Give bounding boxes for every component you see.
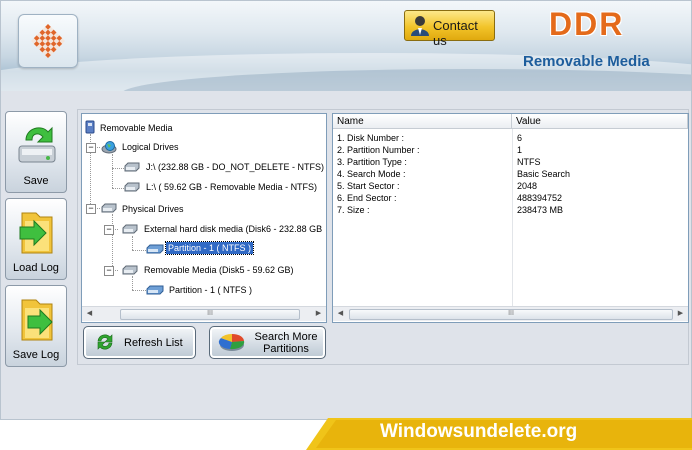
- save-button[interactable]: Save: [5, 111, 67, 193]
- row-name: 4. Search Mode :: [337, 169, 406, 179]
- row-value: 1: [517, 145, 523, 155]
- row-value: 488394752: [517, 193, 563, 203]
- logical-drives-icon: [101, 141, 117, 154]
- search-more-label-line1: Search More: [254, 331, 318, 343]
- search-more-label: Search More Partitions: [250, 331, 322, 355]
- tree-disk1-partition[interactable]: Partition - 1 ( NTFS ): [164, 241, 255, 255]
- selected-partition-label[interactable]: Partition - 1 ( NTFS ): [164, 241, 255, 255]
- tree-disk2-label[interactable]: Removable Media (Disk5 - 59.62 GB): [144, 265, 294, 275]
- save-log-icon: [21, 299, 53, 341]
- header: Contact us DDR Removable Media: [1, 1, 691, 91]
- row-value: 6: [517, 133, 523, 143]
- load-log-icon: [19, 212, 53, 254]
- scroll-left-arrow[interactable]: ◀: [334, 308, 347, 320]
- app-logo: [18, 14, 78, 68]
- drive-icon: [122, 224, 138, 234]
- row-name: 7. Size :: [337, 205, 370, 215]
- tree-disk1-label[interactable]: External hard disk media (Disk6 - 232.88…: [144, 224, 322, 234]
- row-value: NTFS: [517, 157, 541, 167]
- drive-icon: [124, 162, 140, 172]
- row-value: Basic Search: [517, 169, 571, 179]
- removable-media-icon: [85, 120, 95, 134]
- checker-logo-icon: [31, 24, 65, 58]
- refresh-list-label: Refresh List: [124, 337, 183, 349]
- save-log-label: Save Log: [12, 349, 60, 361]
- tree-line: [132, 290, 146, 291]
- row-name: 5. Start Sector :: [337, 181, 400, 191]
- tree-root-label[interactable]: Removable Media: [100, 123, 173, 133]
- pie-chart-icon: [218, 333, 245, 351]
- grid-horizontal-scrollbar[interactable]: ◀ III ▶: [333, 306, 688, 321]
- drive-icon: [124, 182, 140, 192]
- scroll-right-arrow[interactable]: ▶: [312, 308, 325, 320]
- partition-icon: [146, 244, 164, 254]
- tree-logical-item[interactable]: L:\ ( 59.62 GB - Removable Media - NTFS): [146, 182, 317, 192]
- tree-line: [132, 250, 146, 251]
- refresh-list-button[interactable]: Refresh List: [83, 326, 196, 359]
- column-divider: [512, 129, 513, 309]
- save-drive-icon: [18, 126, 56, 163]
- tree-logical-drives-label[interactable]: Logical Drives: [122, 142, 179, 152]
- collapse-disk2[interactable]: −: [104, 266, 114, 276]
- details-grid[interactable]: Name Value 1. Disk Number : 6 2. Partiti…: [332, 113, 689, 323]
- column-header-name[interactable]: Name: [333, 114, 512, 129]
- tree-line: [112, 168, 124, 169]
- search-more-label-line2: Partitions: [263, 343, 309, 355]
- partition-icon: [146, 285, 164, 295]
- scroll-thumb[interactable]: III: [120, 309, 300, 320]
- scroll-left-arrow[interactable]: ◀: [83, 308, 96, 320]
- app-window: Contact us DDR Removable Media Save Load…: [0, 0, 692, 420]
- collapse-physical-drives[interactable]: −: [86, 204, 96, 214]
- collapse-logical-drives[interactable]: −: [86, 143, 96, 153]
- tree-line: [132, 236, 133, 250]
- column-header-value[interactable]: Value: [512, 114, 688, 129]
- tree-disk2-partition[interactable]: Partition - 1 ( NTFS ): [169, 285, 252, 295]
- brand-subtitle: Removable Media: [523, 53, 650, 70]
- scroll-thumb[interactable]: III: [349, 309, 673, 320]
- save-log-button[interactable]: Save Log: [5, 285, 67, 367]
- row-name: 1. Disk Number :: [337, 133, 405, 143]
- row-name: 3. Partition Type :: [337, 157, 407, 167]
- save-label: Save: [23, 175, 49, 187]
- contact-us-label: Contact us: [433, 18, 478, 48]
- user-icon: [411, 16, 429, 36]
- scroll-right-arrow[interactable]: ▶: [674, 308, 687, 320]
- row-name: 6. End Sector :: [337, 193, 397, 203]
- row-value: 2048: [517, 181, 538, 191]
- tree-line: [112, 188, 124, 189]
- load-log-button[interactable]: Load Log: [5, 198, 67, 280]
- tree-logical-item[interactable]: J:\ (232.88 GB - DO_NOT_DELETE - NTFS): [146, 162, 324, 172]
- load-log-label: Load Log: [13, 262, 59, 274]
- row-value: 238473 MB: [517, 205, 564, 215]
- refresh-icon: [97, 334, 113, 350]
- website-text: Windowsundelete.org: [380, 421, 578, 442]
- search-more-partitions-button[interactable]: Search More Partitions: [209, 326, 326, 359]
- tree-line: [132, 276, 133, 290]
- drive-icon: [122, 265, 138, 275]
- tree-physical-drives-label[interactable]: Physical Drives: [122, 204, 184, 214]
- tree-horizontal-scrollbar[interactable]: ◀ III ▶: [82, 306, 326, 321]
- tree-line: [112, 214, 113, 270]
- row-name: 2. Partition Number :: [337, 145, 420, 155]
- collapse-disk1[interactable]: −: [104, 225, 114, 235]
- physical-drives-icon: [101, 203, 117, 213]
- drive-tree[interactable]: Removable Media − Logical Drives J:\ (23…: [81, 113, 327, 323]
- tree-line: [112, 154, 113, 188]
- brand-title: DDR: [549, 6, 625, 42]
- contact-us-button[interactable]: Contact us: [404, 10, 495, 48]
